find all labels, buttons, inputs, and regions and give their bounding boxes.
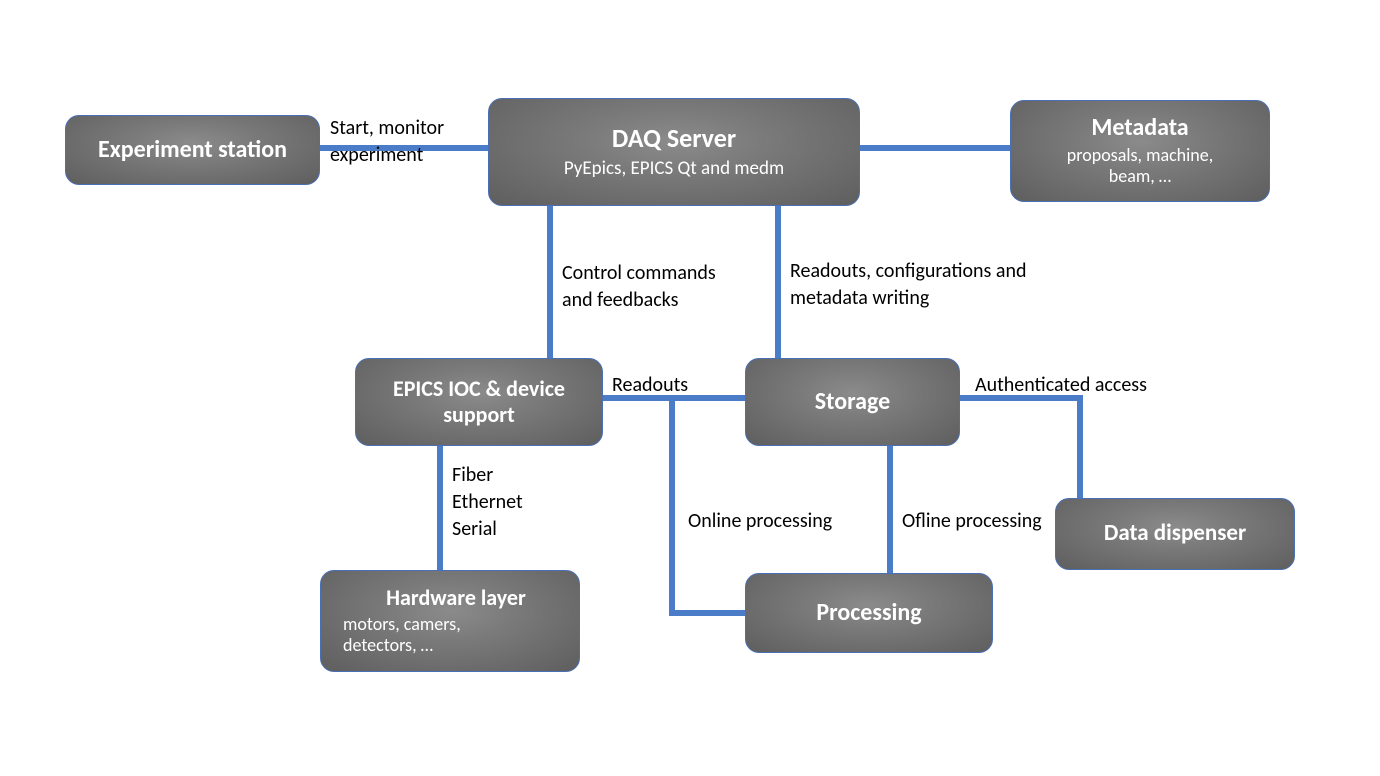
node-storage-title: Storage xyxy=(815,388,890,417)
edge-label-ioc-to-hardware: Fiber Ethernet Serial xyxy=(452,462,523,543)
node-storage: Storage xyxy=(745,358,960,446)
edge-label-daq-to-storage: Readouts, configurations and metadata wr… xyxy=(790,258,1026,312)
node-data-dispenser-title: Data dispenser xyxy=(1104,520,1246,548)
edge-label-ioc-to-storage: Readouts xyxy=(612,372,688,399)
node-processing-title: Processing xyxy=(816,599,921,628)
edge-label-daq-to-ioc: Control commands and feedbacks xyxy=(562,260,716,314)
node-metadata-subtitle: proposals, machine, beam, … xyxy=(1067,145,1213,188)
node-hardware-title: Hardware layer xyxy=(386,585,526,611)
node-data-dispenser: Data dispenser xyxy=(1055,498,1295,570)
edge-label-authenticated-access: Authenticated access xyxy=(975,372,1147,399)
edge-label-exp-to-daq: Start, monitor experiment xyxy=(330,115,444,169)
edge-label-online-processing: Online processing xyxy=(688,508,832,535)
node-daq-server-subtitle: PyEpics, EPICS Qt and medm xyxy=(564,158,784,181)
node-metadata: Metadata proposals, machine, beam, … xyxy=(1010,100,1270,202)
node-processing: Processing xyxy=(745,573,993,653)
node-daq-server-title: DAQ Server xyxy=(612,123,736,154)
node-experiment-station-title: Experiment station xyxy=(98,136,287,165)
edge-label-offline-processing: Ofline processing xyxy=(902,508,1042,535)
node-epics-ioc-title: EPICS IOC & device support xyxy=(366,376,592,429)
node-metadata-title: Metadata xyxy=(1091,114,1188,143)
node-epics-ioc: EPICS IOC & device support xyxy=(355,358,603,446)
node-hardware-subtitle: motors, camers, detectors, … xyxy=(343,614,461,657)
node-hardware: Hardware layer motors, camers, detectors… xyxy=(320,570,580,672)
node-experiment-station: Experiment station xyxy=(65,115,320,185)
node-daq-server: DAQ Server PyEpics, EPICS Qt and medm xyxy=(488,98,860,206)
